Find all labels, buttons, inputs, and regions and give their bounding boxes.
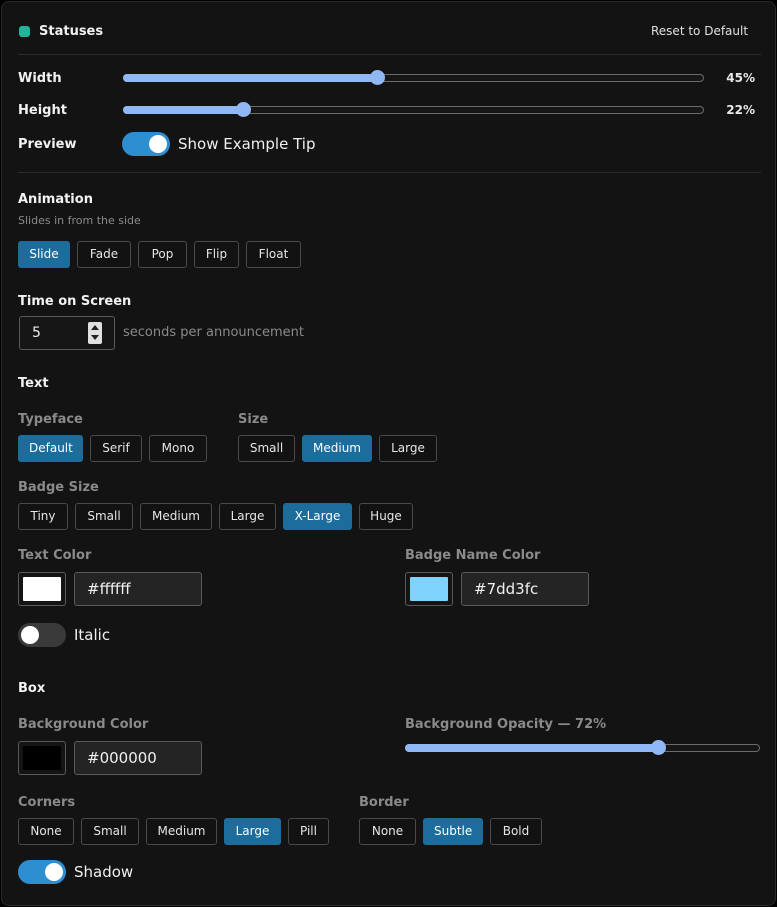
- animation-pop-button[interactable]: Pop: [138, 241, 187, 268]
- animation-float-button[interactable]: Float: [246, 241, 301, 268]
- text-color-swatch-fill: [23, 577, 61, 601]
- background-color-hex-input[interactable]: #000000: [74, 741, 202, 775]
- shadow-toggle[interactable]: [18, 860, 66, 884]
- corners-large-button[interactable]: Large: [224, 818, 281, 845]
- text-section-title: Text: [18, 376, 49, 391]
- stepper-arrows[interactable]: [88, 322, 102, 344]
- badge-size-xlarge-button[interactable]: X-Large: [283, 503, 352, 530]
- corners-small-button[interactable]: Small: [81, 818, 139, 845]
- width-slider[interactable]: [123, 70, 704, 85]
- decrement-arrow-icon[interactable]: [91, 335, 99, 340]
- toggle-knob: [45, 863, 63, 881]
- shadow-label: Shadow: [74, 863, 134, 881]
- size-medium-button[interactable]: Medium: [302, 435, 372, 462]
- background-color-swatch-fill: [23, 746, 61, 770]
- typeface-default-button[interactable]: Default: [18, 435, 83, 462]
- text-color-hex-input[interactable]: #ffffff: [74, 572, 202, 606]
- panel-title: Statuses: [39, 24, 104, 39]
- background-opacity-slider[interactable]: [405, 740, 760, 755]
- badge-size-large-button[interactable]: Large: [219, 503, 276, 530]
- italic-label: Italic: [74, 626, 111, 644]
- opacity-slider-thumb[interactable]: [651, 740, 666, 755]
- increment-arrow-icon[interactable]: [91, 325, 99, 330]
- width-value: 45%: [726, 71, 755, 85]
- badge-name-color-hex-input[interactable]: #7dd3fc: [461, 572, 589, 606]
- stepper-value: 5: [32, 325, 41, 341]
- badge-name-color-label: Badge Name Color: [405, 548, 541, 563]
- toggle-knob: [21, 626, 39, 644]
- badge-size-small-button[interactable]: Small: [75, 503, 133, 530]
- width-slider-fill: [123, 74, 376, 82]
- height-slider[interactable]: [123, 102, 704, 117]
- box-section-title: Box: [18, 681, 46, 696]
- italic-toggle[interactable]: [18, 623, 66, 647]
- height-slider-thumb[interactable]: [236, 102, 251, 117]
- opacity-slider-fill: [405, 744, 657, 752]
- preview-label: Preview: [18, 137, 77, 152]
- width-label: Width: [18, 71, 62, 86]
- height-slider-fill: [123, 106, 242, 114]
- badge-size-medium-button[interactable]: Medium: [140, 503, 212, 530]
- typeface-mono-button[interactable]: Mono: [149, 435, 207, 462]
- toggle-knob: [149, 135, 167, 153]
- divider: [18, 54, 761, 55]
- animation-slide-button[interactable]: Slide: [18, 241, 70, 268]
- background-color-swatch[interactable]: [18, 741, 66, 775]
- reset-to-default-button[interactable]: Reset to Default: [651, 24, 748, 38]
- time-on-screen-stepper[interactable]: 5: [19, 316, 115, 350]
- border-none-button[interactable]: None: [359, 818, 416, 845]
- badge-size-huge-button[interactable]: Huge: [359, 503, 413, 530]
- statuses-settings-panel: Statuses Reset to Default Width 45% Heig…: [1, 1, 776, 906]
- border-bold-button[interactable]: Bold: [490, 818, 542, 845]
- text-color-label: Text Color: [18, 548, 92, 563]
- seconds-suffix: seconds per announcement: [123, 325, 305, 340]
- background-opacity-label: Background Opacity — 72%: [405, 717, 607, 732]
- status-color-dot: [19, 26, 30, 37]
- background-color-label: Background Color: [18, 717, 149, 732]
- badge-name-color-swatch-fill: [410, 577, 448, 601]
- show-example-tip-toggle[interactable]: [122, 132, 170, 156]
- badge-size-tiny-button[interactable]: Tiny: [18, 503, 68, 530]
- size-label: Size: [238, 412, 269, 427]
- typeface-serif-button[interactable]: Serif: [90, 435, 142, 462]
- height-value: 22%: [726, 103, 755, 117]
- corners-none-button[interactable]: None: [18, 818, 74, 845]
- show-example-tip-label: Show Example Tip: [178, 135, 316, 153]
- animation-hint: Slides in from the side: [18, 214, 141, 227]
- corners-medium-button[interactable]: Medium: [146, 818, 217, 845]
- badge-size-label: Badge Size: [18, 480, 99, 495]
- animation-fade-button[interactable]: Fade: [77, 241, 131, 268]
- corners-pill-button[interactable]: Pill: [288, 818, 329, 845]
- time-on-screen-title: Time on Screen: [18, 294, 132, 309]
- border-subtle-button[interactable]: Subtle: [423, 818, 483, 845]
- typeface-label: Typeface: [18, 412, 83, 427]
- divider: [18, 172, 761, 173]
- animation-flip-button[interactable]: Flip: [194, 241, 239, 268]
- width-slider-thumb[interactable]: [370, 70, 385, 85]
- badge-name-color-swatch[interactable]: [405, 572, 453, 606]
- animation-title: Animation: [18, 192, 93, 207]
- text-color-swatch[interactable]: [18, 572, 66, 606]
- border-label: Border: [359, 795, 409, 810]
- size-small-button[interactable]: Small: [238, 435, 295, 462]
- size-large-button[interactable]: Large: [379, 435, 437, 462]
- corners-label: Corners: [18, 795, 76, 810]
- height-label: Height: [18, 103, 67, 118]
